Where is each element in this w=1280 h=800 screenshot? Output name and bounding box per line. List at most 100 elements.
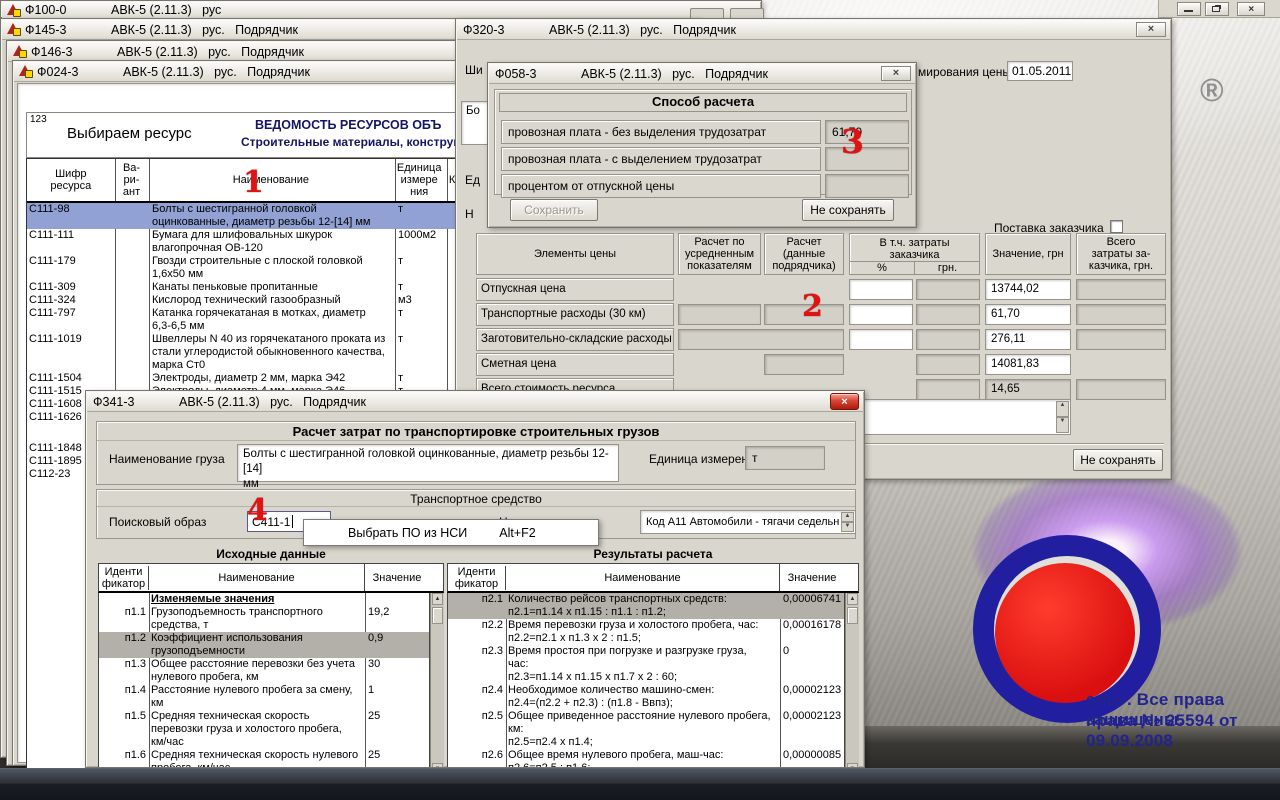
price-value-cell[interactable]: 13744,02	[985, 279, 1071, 300]
table-row[interactable]: п1.3Общее расстояние перевозки без учета…	[99, 658, 429, 684]
scroll-thumb[interactable]	[847, 607, 858, 624]
price-cell[interactable]	[1076, 329, 1166, 350]
background-toolbar-button[interactable]	[730, 8, 764, 18]
price-value-cell[interactable]: 276,11	[985, 329, 1071, 350]
col-header-name: Наименование	[149, 564, 365, 591]
window-code: Ф024-3	[37, 65, 99, 79]
window-title: АВК-5 (2.11.3) рус. Подрядчик	[123, 65, 310, 79]
avk-app-icon	[18, 65, 33, 78]
calc-method-option[interactable]: провозная плата - без выделения трудозат…	[501, 120, 821, 144]
titlebar-f058[interactable]: Ф058-3 АВК-5 (2.11.3) рус. Подрядчик ×	[489, 64, 915, 84]
avk-app-icon	[12, 45, 27, 58]
cargo-label: Наименование груза	[109, 452, 225, 466]
table-row[interactable]: п1.2Коэффициент использования грузоподъе…	[99, 632, 429, 658]
titlebar-f100[interactable]: Ф100-0 АВК-5 (2.11.3) рус	[2, 2, 760, 19]
price-row-label: Заготовительно-складские расходы	[476, 328, 674, 351]
scroll-up-icon[interactable]: ▲	[847, 593, 858, 605]
price-cell[interactable]	[849, 304, 913, 325]
col-header-elements: Элементы цены	[476, 233, 674, 275]
taskbar: Fz Рабочий стол » RU ▲ DBS 19:12	[0, 768, 1280, 800]
calc-method-option[interactable]: процентом от отпускной цены	[501, 174, 821, 198]
close-button[interactable]: ×	[1237, 2, 1265, 16]
calc-method-option[interactable]: провозная плата - с выделением трудозатр…	[501, 147, 821, 171]
resource-row[interactable]: С111-1504Электроды, диаметр 2 мм, марка …	[27, 372, 459, 385]
window-code: Ф145-3	[25, 23, 87, 37]
vehicle-combo[interactable]: Код А11 Автомобили - тягачи седельные с …	[640, 510, 856, 534]
scroll-up-icon[interactable]: ▲	[432, 593, 443, 605]
price-cell[interactable]	[678, 304, 761, 325]
doc-title: ВЕДОМОСТЬ РЕСУРСОВ ОБЪ	[255, 118, 441, 132]
resource-row[interactable]: С111-111Бумага для шлифовальных шкурок в…	[27, 229, 459, 255]
table-row[interactable]: п2.3Время простоя при погрузке и разгруз…	[448, 645, 844, 684]
doc-subtitle: Строительные материалы, конструкц	[241, 135, 460, 149]
price-date-label-fragment: мирования цены	[918, 65, 1011, 79]
price-cell[interactable]	[1076, 379, 1166, 400]
cargo-field[interactable]: Болты с шестигранной головкой оцинкованн…	[237, 444, 619, 482]
save-button[interactable]: Сохранить	[510, 199, 598, 221]
close-icon[interactable]: ×	[1136, 22, 1166, 37]
restore-button[interactable]	[1205, 2, 1229, 16]
titlebar-f024[interactable]: Ф024-3 АВК-5 (2.11.3) рус. Подрядчик	[14, 62, 462, 82]
titlebar-f146[interactable]: Ф146-3 АВК-5 (2.11.3) рус. Подрядчик	[8, 42, 462, 62]
vertical-scrollbar[interactable]: ▲ ▼	[845, 593, 859, 768]
window-f341: Ф341-3 АВК-5 (2.11.3) рус. Подрядчик × Р…	[85, 390, 865, 768]
background-toolbar-button[interactable]	[690, 8, 724, 18]
record-count: 123	[30, 114, 47, 125]
price-value-cell[interactable]: 61,70	[985, 304, 1071, 325]
menu-item-select-from-nsi[interactable]: Выбрать ПО из НСИ	[348, 526, 467, 540]
window-title: АВК-5 (2.11.3) рус. Подрядчик	[549, 23, 736, 37]
price-cell[interactable]	[1076, 279, 1166, 300]
col-header-total: Всего затраты за- казчика, грн.	[1076, 233, 1166, 275]
price-date-field[interactable]: 01.05.2011	[1007, 61, 1073, 81]
price-value-cell[interactable]: 14081,83	[985, 354, 1071, 375]
price-cell[interactable]	[916, 379, 980, 400]
table-row[interactable]: п1.5Средняя техническая скорость перевоз…	[99, 710, 429, 749]
table-row[interactable]: п1.4Расстояние нулевого пробега за смену…	[99, 684, 429, 710]
table-row[interactable]: п1.1Грузоподъемность транспортного средс…	[99, 606, 429, 632]
price-row[interactable]: Заготовительно-складские расходы 276,11	[476, 328, 1168, 353]
table-row[interactable]: п2.6Общее время нулевого пробега, маш-ча…	[448, 749, 844, 768]
table-row[interactable]: п2.2Время перевозки груза и холостого пр…	[448, 619, 844, 645]
resource-row[interactable]: С111-179Гвозди строительные с плоской го…	[27, 255, 459, 281]
price-cell[interactable]	[678, 329, 844, 350]
price-cell[interactable]	[916, 304, 980, 325]
resource-row[interactable]: С111-797Катанка горячекатаная в мотках, …	[27, 307, 459, 333]
close-icon[interactable]: ×	[881, 66, 911, 81]
vertical-scrollbar[interactable]: ▲ ▼	[430, 593, 444, 768]
spinner-control[interactable]: ▲▼	[841, 512, 854, 532]
price-cell[interactable]	[849, 279, 913, 300]
scroll-thumb[interactable]	[432, 607, 443, 624]
titlebar-f320[interactable]: Ф320-3 АВК-5 (2.11.3) рус. Подрядчик ×	[457, 20, 1170, 40]
titlebar-f341[interactable]: Ф341-3 АВК-5 (2.11.3) рус. Подрядчик ×	[87, 392, 863, 412]
no-save-button[interactable]: Не сохранять	[1073, 449, 1163, 471]
table-row[interactable]: п2.5Общее приведенное расстояние нулевог…	[448, 710, 844, 749]
col-header-code: Шифр ресурса	[27, 168, 115, 192]
resource-row[interactable]: С111-324Кислород технический газообразны…	[27, 294, 459, 307]
price-row-label: Транспортные расходы (30 км)	[476, 303, 674, 326]
table-row[interactable]: п2.1Количество рейсов транспортных средс…	[448, 593, 844, 619]
resource-row[interactable]: С111-1019Швеллеры N 40 из горячекатаного…	[27, 333, 459, 372]
minimize-button[interactable]	[1177, 2, 1201, 16]
price-cell[interactable]	[764, 354, 844, 375]
spinner-control[interactable]: ▲▼	[1056, 401, 1069, 433]
price-cell[interactable]	[916, 329, 980, 350]
no-save-button[interactable]: Не сохранять	[802, 199, 894, 221]
customer-supply-checkbox[interactable]	[1110, 220, 1123, 233]
menu-shortcut: Alt+F2	[499, 526, 535, 540]
vehicle-name-value: Код А11 Автомобили - тягачи седельные с …	[646, 516, 840, 528]
resource-row[interactable]: С111-98Болты с шестигранной головкой оци…	[27, 203, 459, 229]
resource-row[interactable]: С111-309Канаты пеньковые пропитанныет	[27, 281, 459, 294]
col-header-value: Значение	[365, 572, 429, 584]
close-icon[interactable]: ×	[830, 393, 859, 410]
table-row[interactable]: п1.6Средняя техническая скорость нулевог…	[99, 749, 429, 768]
price-cell[interactable]	[849, 329, 913, 350]
avk-app-icon	[6, 23, 21, 36]
price-cell[interactable]	[916, 354, 980, 375]
table-row[interactable]: п2.4Необходимое количество машино-смен: …	[448, 684, 844, 710]
price-row[interactable]: Сметная цена14081,83	[476, 353, 1168, 378]
window-title: АВК-5 (2.11.3) рус. Подрядчик	[179, 395, 366, 409]
price-cell[interactable]	[916, 279, 980, 300]
price-cell[interactable]	[1076, 304, 1166, 325]
label-fragment-name: Н	[465, 207, 474, 221]
price-value-cell[interactable]: 14,65	[985, 379, 1071, 400]
